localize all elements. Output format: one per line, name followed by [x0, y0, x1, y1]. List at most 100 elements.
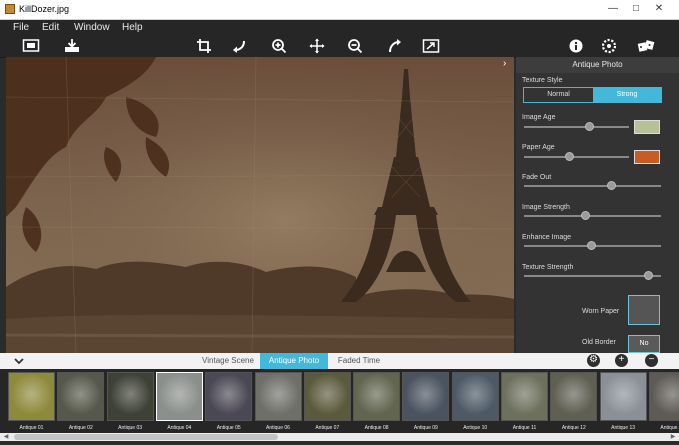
old-border-label: Old Border — [582, 339, 616, 346]
image-age-label: Image Age — [522, 114, 556, 121]
move-icon[interactable] — [308, 38, 326, 54]
paper-age-slider-knob[interactable] — [564, 152, 574, 161]
thumbnail-label: Antique 11 — [512, 425, 537, 431]
thumbnail-image — [501, 372, 548, 421]
menu-window[interactable]: Window — [74, 22, 110, 33]
preset-thumbnail[interactable]: Antique 03 — [106, 372, 154, 431]
effect-settings-panel: Antique Photo Texture Style Normal Stron… — [516, 57, 679, 353]
collapse-panel-icon[interactable]: › — [503, 58, 513, 70]
thumbnail-image — [254, 372, 302, 421]
menu-edit[interactable]: Edit — [42, 22, 59, 33]
enhance-image-slider-knob[interactable] — [586, 241, 596, 250]
thumbnail-image — [648, 372, 679, 421]
thumbnail-image — [599, 372, 647, 421]
image-age-color-swatch[interactable] — [634, 120, 660, 134]
scroll-left-icon[interactable]: ◀ — [2, 433, 10, 441]
tab-faded-time[interactable]: Faded Time — [330, 353, 388, 369]
chevron-down-icon[interactable] — [13, 355, 25, 367]
tab-antique-photo[interactable]: Antique Photo — [260, 353, 328, 369]
image-age-slider-track[interactable] — [524, 126, 629, 128]
preset-thumbnail[interactable]: Antique 10 — [451, 372, 499, 431]
thumbnail-label: Antique 13 — [611, 425, 636, 431]
preset-thumbnail[interactable]: Antique 11 — [501, 372, 548, 431]
close-button[interactable]: ✕ — [652, 3, 666, 15]
crop-icon[interactable] — [195, 38, 213, 54]
maximize-button[interactable]: □ — [629, 3, 643, 15]
photo-image — [6, 57, 514, 353]
random-icon[interactable] — [637, 38, 655, 54]
preset-thumbnail[interactable]: Antique 04 — [155, 372, 203, 431]
add-preset-icon[interactable]: + — [615, 354, 628, 367]
zoom-in-icon[interactable] — [270, 38, 288, 54]
image-age-slider-knob[interactable] — [584, 122, 594, 131]
texture-strength-slider-knob[interactable] — [644, 271, 654, 280]
thumbnail-label: Antique 12 — [561, 425, 586, 431]
thumbnail-label: Antique 06 — [266, 425, 290, 431]
scrollbar-thumb[interactable] — [14, 434, 278, 440]
thumbnail-image — [155, 372, 203, 421]
preset-thumbnail[interactable]: Antique 12 — [550, 372, 598, 431]
app-icon — [5, 4, 15, 14]
thumbnail-label: Antique 09 — [413, 425, 438, 431]
minimize-button[interactable]: — — [606, 3, 620, 15]
worn-paper-label: Worn Paper — [582, 308, 620, 315]
remove-preset-icon[interactable]: − — [645, 354, 658, 367]
menu-help[interactable]: Help — [122, 22, 143, 33]
rotate-right-icon[interactable] — [385, 38, 403, 54]
scroll-right-icon[interactable]: ▶ — [669, 433, 677, 441]
paper-age-label: Paper Age — [522, 144, 555, 151]
fit-to-window-icon[interactable] — [422, 38, 440, 54]
texture-style-toggle: Normal Strong — [523, 87, 662, 103]
paper-age-slider-track[interactable] — [524, 156, 629, 158]
preset-thumbnail[interactable]: Antique 14 — [648, 372, 679, 431]
preset-filmstrip: Antique 01 Antique 02 Antique 03 Antique 04… — [0, 369, 679, 435]
thumbnail-label: Antique 08 — [364, 425, 389, 431]
paper-age-color-swatch[interactable] — [634, 150, 660, 164]
thumbnail-label: Antique 05 — [216, 425, 241, 431]
thumbnail-label: Antique 10 — [463, 425, 488, 431]
texture-style-normal[interactable]: Normal — [524, 88, 593, 102]
preset-thumbnail[interactable]: Antique 02 — [57, 372, 105, 431]
image-strength-slider-knob[interactable] — [581, 211, 591, 220]
preset-thumbnail[interactable]: Antique 07 — [303, 372, 351, 431]
image-strength-slider-track[interactable] — [524, 215, 661, 217]
texture-style-label: Texture Style — [522, 77, 563, 84]
texture-style-strong[interactable]: Strong — [593, 88, 661, 102]
rotate-left-icon[interactable] — [231, 38, 249, 54]
import-icon[interactable] — [63, 38, 81, 54]
preset-settings-icon[interactable]: ⚙ — [587, 354, 600, 367]
menu-file[interactable]: File — [13, 22, 29, 33]
thumbnail-image — [402, 372, 450, 421]
texture-strength-slider-track[interactable] — [524, 275, 661, 277]
thumbnail-image — [451, 372, 499, 421]
toolbar — [0, 36, 679, 58]
thumbnail-label: Antique 14 — [660, 425, 679, 431]
worn-paper-picker[interactable] — [628, 295, 660, 325]
preset-thumbnail[interactable]: Antique 05 — [205, 372, 253, 431]
preset-thumbnail[interactable]: Antique 06 — [254, 372, 302, 431]
settings-icon[interactable] — [600, 38, 618, 54]
thumbnail-image — [353, 372, 401, 421]
image-canvas[interactable] — [6, 57, 514, 353]
preset-thumbnail[interactable]: Antique 13 — [599, 372, 647, 431]
image-browser-icon[interactable] — [22, 38, 40, 54]
fade-out-slider-knob[interactable] — [607, 181, 617, 190]
preset-thumbnail[interactable]: Antique 09 — [402, 372, 450, 431]
image-strength-label: Image Strength — [522, 204, 570, 211]
fade-out-slider-track[interactable] — [524, 185, 661, 187]
old-border-button[interactable]: No — [628, 335, 660, 353]
thumbnail-image — [205, 372, 253, 421]
thumbnail-label: Antique 02 — [68, 425, 93, 431]
preset-thumbnail[interactable]: Antique 01 — [8, 372, 55, 431]
thumbnail-image — [303, 372, 351, 421]
info-icon[interactable] — [567, 38, 585, 54]
preset-tabs-bar: Vintage Scene Antique Photo Faded Time ⚙… — [0, 353, 679, 369]
filmstrip-scrollbar[interactable]: ◀ ▶ — [0, 433, 679, 441]
thumbnail-image — [550, 372, 598, 421]
panel-title: Antique Photo — [516, 57, 679, 73]
zoom-out-icon[interactable] — [346, 38, 364, 54]
thumbnail-image — [8, 372, 55, 421]
enhance-image-label: Enhance Image — [522, 234, 572, 241]
tab-vintage-scene[interactable]: Vintage Scene — [196, 353, 260, 369]
preset-thumbnail[interactable]: Antique 08 — [353, 372, 401, 431]
